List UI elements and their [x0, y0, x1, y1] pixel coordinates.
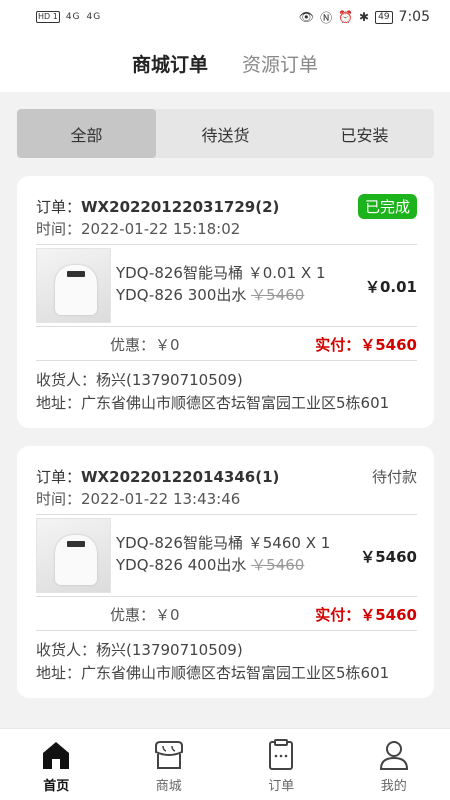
discount: 优惠：￥0 [110, 604, 180, 625]
product-image[interactable] [36, 518, 111, 593]
paid-label: 实付： [315, 606, 361, 624]
alarm-icon: ⏰ [338, 10, 354, 24]
filter-to-deliver[interactable]: 待送货 [156, 109, 295, 158]
status-text: 待付款 [371, 468, 417, 486]
divider [36, 326, 417, 327]
receiver: 收货人：杨兴(13790710509) [36, 639, 243, 660]
order-time: 2022-01-22 15:18:02 [81, 220, 241, 238]
receiver-label: 收货人： [36, 641, 97, 659]
product-image[interactable] [36, 248, 111, 323]
product-spec: YDQ-826 300出水 ￥5460 [116, 284, 304, 305]
divider [36, 630, 417, 631]
product-name: YDQ-826智能马桶 ￥5460 X 1 [116, 534, 331, 552]
product-spec-text: YDQ-826 400出水 [116, 556, 252, 574]
order-id-label: 订单： [36, 198, 82, 216]
product-spec-text: YDQ-826 300出水 [116, 286, 252, 304]
product-name: YDQ-826智能马桶 ￥0.01 X 1 [116, 264, 326, 282]
address-value: 广东省佛山市顺德区杏坛智富园工业区5栋601 [81, 394, 390, 412]
address-label: 地址： [36, 664, 82, 682]
filter-all[interactable]: 全部 [17, 109, 156, 158]
hd-badge: HD 1 [36, 11, 60, 23]
bluetooth-icon: ✱ [359, 10, 370, 24]
discount-label: 优惠： [110, 606, 156, 624]
paid-amount: 实付：￥5460 [315, 604, 417, 625]
nav-orders-label: 订单 [268, 779, 295, 794]
order-id: WX20220122031729(2) [81, 198, 280, 216]
nav-orders[interactable]: 订单 [225, 729, 338, 800]
divider [36, 514, 417, 515]
clock: 7:05 [398, 9, 430, 25]
order-type-tabs: 商城订单 资源订单 [0, 34, 450, 92]
bottom-navigation: 首页 商城 订单 我的 [0, 728, 450, 800]
battery-icon: 49 [375, 10, 393, 24]
nav-home[interactable]: 首页 [0, 729, 113, 800]
discount-value: ￥0 [155, 606, 180, 624]
order-time-label: 时间： [36, 220, 82, 238]
signal-icon-2: 4G [86, 12, 102, 22]
status-badge: 已完成 [357, 194, 417, 219]
nav-profile[interactable]: 我的 [338, 729, 450, 800]
signal-icon: 4G [65, 12, 81, 22]
discount: 优惠：￥0 [110, 334, 180, 355]
eye-icon: 👁 [298, 10, 315, 24]
discount-value: ￥0 [155, 336, 180, 354]
address: 地址：广东省佛山市顺德区杏坛智富园工业区5栋601 [36, 392, 389, 413]
divider [36, 360, 417, 361]
nav-home-label: 首页 [43, 779, 70, 794]
store-icon [151, 737, 187, 773]
address-value: 广东省佛山市顺德区杏坛智富园工业区5栋601 [81, 664, 390, 682]
address-label: 地址： [36, 394, 82, 412]
product-price: ￥0.01 [364, 278, 417, 296]
receiver: 收货人：杨兴(13790710509) [36, 369, 243, 390]
order-id-label: 订单： [36, 468, 82, 486]
profile-icon [376, 737, 412, 773]
divider [36, 244, 417, 245]
original-price: ￥5460 [251, 286, 305, 304]
home-icon [38, 737, 74, 773]
order-id: WX20220122014346(1) [81, 468, 280, 486]
receiver-label: 收货人： [36, 371, 97, 389]
discount-label: 优惠： [110, 336, 156, 354]
paid-value: ￥5460 [360, 606, 417, 624]
nav-profile-label: 我的 [380, 779, 407, 794]
tab-resource-orders[interactable]: 资源订单 [242, 50, 318, 77]
order-card[interactable]: 订单：WX20220122014346(1) 待付款 时间：2022-01-22… [17, 446, 434, 698]
receiver-value: 杨兴(13790710509) [96, 641, 243, 659]
original-price: ￥5460 [251, 556, 305, 574]
order-time: 2022-01-22 13:43:46 [81, 490, 241, 508]
nav-store-label: 商城 [155, 779, 182, 794]
paid-amount: 实付：￥5460 [315, 334, 417, 355]
filter-installed[interactable]: 已安装 [295, 109, 434, 158]
address: 地址：广东省佛山市顺德区杏坛智富园工业区5栋601 [36, 662, 389, 683]
paid-label: 实付： [315, 336, 361, 354]
nfc-icon: Ⓝ [320, 10, 333, 25]
order-time-label: 时间： [36, 490, 82, 508]
status-bar: HD 1 4G 4G 👁 Ⓝ ⏰ ✱ 49 7:05 [0, 0, 450, 34]
paid-value: ￥5460 [360, 336, 417, 354]
nav-store[interactable]: 商城 [113, 729, 226, 800]
divider [36, 596, 417, 597]
order-card[interactable]: 订单：WX20220122031729(2) 已完成 时间：2022-01-22… [17, 176, 434, 428]
order-status-filter: 全部 待送货 已安装 [17, 109, 434, 158]
tab-mall-orders[interactable]: 商城订单 [132, 50, 208, 77]
product-price: ￥5460 [360, 548, 417, 566]
order-icon [263, 737, 299, 773]
product-spec: YDQ-826 400出水 ￥5460 [116, 554, 304, 575]
receiver-value: 杨兴(13790710509) [96, 371, 243, 389]
